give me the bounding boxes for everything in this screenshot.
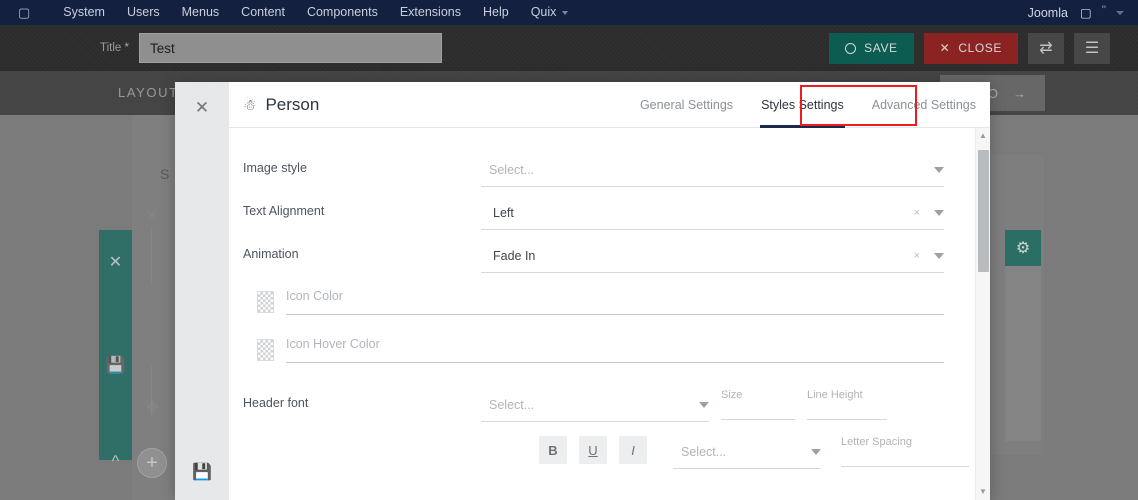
hamburger-menu-icon[interactable]: ☰ <box>1074 33 1110 64</box>
underline-button[interactable]: U <box>579 436 607 464</box>
circle-icon <box>845 43 856 54</box>
italic-button[interactable]: I <box>619 436 647 464</box>
header-font-line-height-input[interactable]: Line Height <box>807 389 887 420</box>
text-alignment-select[interactable]: Left × <box>481 197 944 230</box>
field-text-alignment: Text Alignment Left × <box>243 197 944 230</box>
header-font-size-placeholder: Size <box>721 389 742 401</box>
icon-color-swatch[interactable] <box>257 291 274 313</box>
modal-left-rail: ✕ 💾 <box>175 82 229 500</box>
modal-title: Person <box>265 95 319 115</box>
save-button-label: SAVE <box>864 41 898 55</box>
close-icon[interactable]: ✕ <box>195 99 209 116</box>
icon-hover-color-swatch[interactable] <box>257 339 274 361</box>
floppy-save-icon[interactable]: 💾 <box>192 462 212 482</box>
nav-item-menus[interactable]: Menus <box>171 0 231 25</box>
tab-styles-settings[interactable]: Styles Settings <box>747 82 858 128</box>
site-name-label[interactable]: Joomla <box>1022 6 1074 20</box>
animation-value: Fade In <box>481 249 535 263</box>
icon-hover-color-placeholder: Icon Hover Color <box>286 337 380 351</box>
clear-icon[interactable]: × <box>914 207 924 219</box>
modal-body: ☃ Person General Settings Styles Setting… <box>229 82 990 500</box>
user-menu-label[interactable]: " <box>1098 3 1116 23</box>
field-header-font-style: B U I Select... Letter Spacing <box>243 436 944 469</box>
title-field-label: Title * <box>100 42 129 54</box>
text-alignment-value: Left <box>481 206 514 220</box>
field-icon-color: Icon Color <box>243 287 944 315</box>
nav-item-content[interactable]: Content <box>230 0 296 25</box>
bold-button[interactable]: B <box>539 436 567 464</box>
chevron-down-icon[interactable] <box>1116 11 1124 15</box>
chevron-down-icon[interactable] <box>811 449 821 455</box>
nav-item-system[interactable]: System <box>52 0 116 25</box>
joomla-logo-icon[interactable]: ▢ <box>0 0 52 25</box>
header-font-style-spacer <box>243 436 481 443</box>
scrollbar-track[interactable] <box>976 144 991 484</box>
chevron-down-icon[interactable] <box>699 402 709 408</box>
header-letter-spacing-placeholder: Letter Spacing <box>841 436 912 448</box>
header-font-label: Header font <box>243 389 481 410</box>
joomla-admin-navbar: ▢ System Users Menus Content Components … <box>0 0 1138 25</box>
text-alignment-label: Text Alignment <box>243 197 481 218</box>
settings-modal: ✕ 💾 ☃ Person General Settings Styles Set… <box>175 82 990 500</box>
scroll-down-icon[interactable]: ▼ <box>979 484 987 500</box>
field-header-font: Header font Select... Size Line Height <box>243 389 944 422</box>
nav-item-quix[interactable]: Quix <box>520 0 580 25</box>
scrollbar-thumb[interactable] <box>978 150 989 272</box>
modal-tabs: General Settings Styles Settings Advance… <box>626 82 990 128</box>
chevron-down-icon[interactable] <box>934 167 944 173</box>
close-button[interactable]: ✕ CLOSE <box>924 33 1018 64</box>
field-icon-hover-color: Icon Hover Color <box>243 335 944 363</box>
header-font-family-placeholder: Select... <box>481 398 534 412</box>
header-font-family-select[interactable]: Select... <box>481 389 709 422</box>
animation-select[interactable]: Fade In × <box>481 240 944 273</box>
icon-hover-color-input[interactable]: Icon Hover Color <box>286 335 944 363</box>
header-font-size-input[interactable]: Size <box>721 389 795 420</box>
header-font-row-1: Select... Size Line Height <box>481 389 944 422</box>
editor-toolbar: Title * SAVE ✕ CLOSE ⇄ ☰ <box>0 25 1138 71</box>
chevron-down-icon[interactable] <box>934 253 944 259</box>
nav-item-help[interactable]: Help <box>472 0 520 25</box>
header-font-weight-placeholder: Select... <box>673 445 726 459</box>
nav-item-users[interactable]: Users <box>116 0 171 25</box>
tab-general-settings[interactable]: General Settings <box>626 82 747 128</box>
clear-icon[interactable]: × <box>914 250 924 262</box>
modal-scrollbar[interactable]: ▲ ▼ <box>975 128 990 500</box>
title-input[interactable] <box>139 33 442 63</box>
navbar-right: Joomla ▢ " <box>1022 3 1138 23</box>
refresh-icon[interactable]: ⇄ <box>1028 33 1064 64</box>
field-animation: Animation Fade In × <box>243 240 944 273</box>
external-link-icon[interactable]: ▢ <box>1074 5 1098 20</box>
field-image-style: Image style Select... <box>243 154 944 187</box>
toolbar-actions: SAVE ✕ CLOSE ⇄ ☰ <box>829 33 1138 64</box>
save-button[interactable]: SAVE <box>829 33 914 64</box>
header-font-weight-select[interactable]: Select... <box>673 436 821 469</box>
chevron-down-icon[interactable] <box>934 210 944 216</box>
nav-item-components[interactable]: Components <box>296 0 389 25</box>
header-font-row-2: B U I Select... Letter Spacing <box>481 436 969 469</box>
modal-header: ☃ Person General Settings Styles Setting… <box>229 82 990 128</box>
icon-color-placeholder: Icon Color <box>286 289 343 303</box>
navbar-menu: ▢ System Users Menus Content Components … <box>0 0 579 25</box>
scroll-up-icon[interactable]: ▲ <box>979 128 987 144</box>
person-icon: ☃ <box>243 96 256 114</box>
close-button-label: CLOSE <box>958 41 1002 55</box>
nav-item-extensions[interactable]: Extensions <box>389 0 472 25</box>
icon-color-input[interactable]: Icon Color <box>286 287 944 315</box>
styles-settings-form: Image style Select... Text Alignment Lef… <box>229 128 990 500</box>
image-style-select[interactable]: Select... <box>481 154 944 187</box>
image-style-placeholder: Select... <box>481 163 534 177</box>
header-font-line-height-placeholder: Line Height <box>807 389 863 401</box>
image-style-label: Image style <box>243 154 481 175</box>
tab-advanced-settings[interactable]: Advanced Settings <box>858 82 990 128</box>
animation-label: Animation <box>243 240 481 261</box>
x-icon: ✕ <box>940 41 951 55</box>
header-letter-spacing-input[interactable]: Letter Spacing <box>841 436 969 467</box>
app-root: ▢ System Users Menus Content Components … <box>0 0 1138 500</box>
